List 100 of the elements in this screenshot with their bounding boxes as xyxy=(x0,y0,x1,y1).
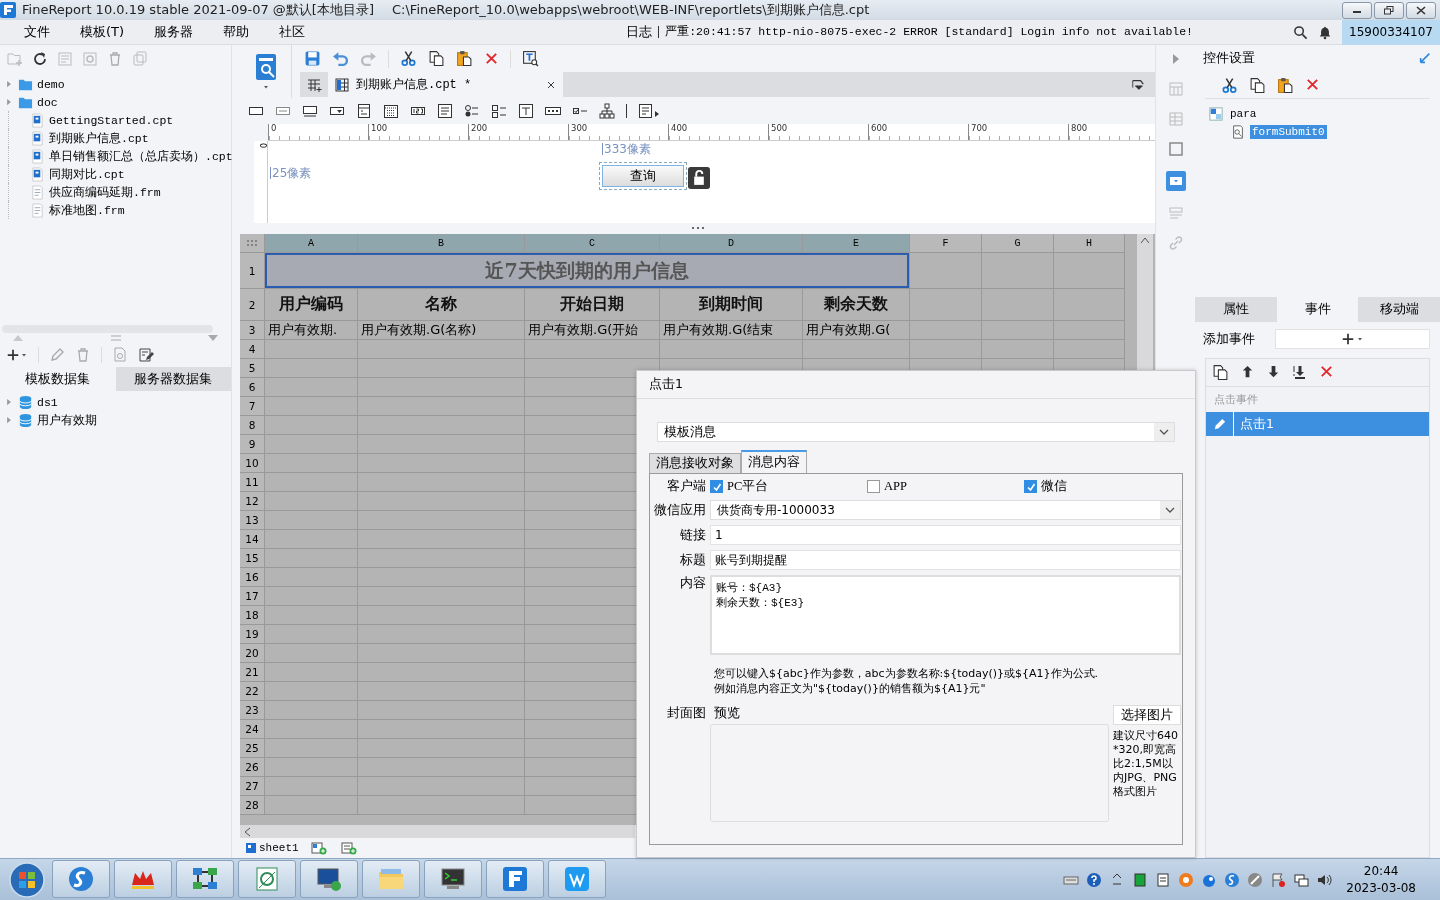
paste-icon[interactable] xyxy=(1277,77,1294,94)
row-header[interactable]: 28 xyxy=(240,796,265,815)
row-header[interactable]: 21 xyxy=(240,663,265,682)
menu-item[interactable]: 模板(T) xyxy=(80,23,140,41)
copy-icon[interactable] xyxy=(1249,77,1266,94)
input-field[interactable]: 账号到期提醒 xyxy=(710,550,1181,570)
delete-icon[interactable] xyxy=(484,51,499,66)
row-header[interactable]: 23 xyxy=(240,701,265,720)
row-header[interactable]: 27 xyxy=(240,777,265,796)
settings-tab[interactable]: 移动端 xyxy=(1358,297,1440,322)
row-header[interactable]: 14 xyxy=(240,530,265,549)
taskbar-button[interactable] xyxy=(176,859,234,898)
delete-icon[interactable] xyxy=(1305,77,1320,92)
row-header[interactable]: 6 xyxy=(240,378,265,397)
row-header[interactable]: 9 xyxy=(240,435,265,454)
settings-tab[interactable]: 事件 xyxy=(1276,297,1359,322)
taskbar-button[interactable] xyxy=(424,859,482,898)
dataset-item[interactable]: 用户有效期 xyxy=(37,412,97,428)
text-search-icon[interactable] xyxy=(522,50,539,67)
column-header[interactable]: A xyxy=(265,234,358,253)
copy-icon[interactable] xyxy=(428,50,445,67)
refresh-icon[interactable] xyxy=(32,50,48,67)
checkbox[interactable] xyxy=(867,480,880,493)
tree-item[interactable]: 同期对比.cpt xyxy=(49,166,125,182)
drag-handle-icon[interactable] xyxy=(691,227,704,230)
clipboard-icon[interactable] xyxy=(1155,871,1172,888)
move-bottom-icon[interactable] xyxy=(1292,364,1308,380)
row-header[interactable]: 1 xyxy=(240,253,265,289)
cut-icon[interactable] xyxy=(1221,77,1238,94)
checkbox[interactable] xyxy=(710,480,723,493)
sheet-tab[interactable]: sheet1 xyxy=(246,842,299,854)
row-header[interactable]: 17 xyxy=(240,587,265,606)
document-edit-icon[interactable] xyxy=(138,347,154,363)
grid-add-icon[interactable] xyxy=(306,76,322,93)
column-header[interactable]: F xyxy=(910,234,982,253)
text-field-icon[interactable] xyxy=(302,103,318,119)
input-field[interactable]: 1 xyxy=(710,525,1181,545)
choose-image-button[interactable]: 选择图片 xyxy=(1113,705,1181,725)
clock[interactable]: 20:44 2023-03-08 xyxy=(1346,862,1416,897)
splitter-handle-icon[interactable] xyxy=(110,335,121,341)
dataset-tab[interactable]: 服务器数据集 xyxy=(115,367,231,391)
menu-item[interactable]: 社区 xyxy=(279,23,321,41)
column-header[interactable]: C xyxy=(525,234,660,253)
tree-item[interactable]: doc xyxy=(37,95,58,109)
user-account[interactable]: 15900334107 xyxy=(1342,19,1440,45)
radio-group-icon[interactable] xyxy=(464,103,480,119)
restore-button[interactable] xyxy=(1374,1,1404,19)
row-header[interactable]: 8 xyxy=(240,416,265,435)
lock-icon[interactable] xyxy=(688,167,710,189)
checkbox-group-icon[interactable] xyxy=(491,103,507,119)
row-header[interactable]: 18 xyxy=(240,606,265,625)
column-header[interactable]: D xyxy=(660,234,803,253)
minimize-button[interactable] xyxy=(1342,1,1372,19)
row-header[interactable]: 13 xyxy=(240,511,265,530)
delete-icon[interactable] xyxy=(1319,364,1334,379)
menu-item[interactable]: 文件 xyxy=(24,23,65,41)
add-form-sheet-icon[interactable] xyxy=(338,840,359,856)
action-type-select[interactable]: 模板消息 xyxy=(657,422,1175,442)
app-select[interactable]: 供货商专用-1000033 xyxy=(710,500,1181,520)
calendar-widget-icon[interactable] xyxy=(383,103,399,119)
query-button[interactable]: 查询 xyxy=(602,165,684,187)
cut-icon[interactable] xyxy=(400,50,417,67)
row-header[interactable]: 22 xyxy=(240,682,265,701)
content-field[interactable]: 账号：${A3} 剩余天数：${E3} xyxy=(710,575,1181,655)
tree-widget-icon[interactable] xyxy=(599,103,615,119)
taskbar-button[interactable] xyxy=(300,859,358,898)
column-header[interactable]: B xyxy=(358,234,525,253)
tree-item[interactable]: demo xyxy=(37,77,65,91)
log-button[interactable]: 日志 xyxy=(626,23,653,41)
move-down-icon[interactable] xyxy=(1266,364,1281,379)
frame-icon[interactable] xyxy=(1167,141,1184,157)
row-header[interactable]: 26 xyxy=(240,758,265,777)
search-icon[interactable] xyxy=(1293,24,1308,40)
move-up-icon[interactable] xyxy=(1240,364,1255,379)
checkbox[interactable] xyxy=(1024,480,1037,493)
confirm-icon[interactable] xyxy=(1418,51,1432,65)
row-header[interactable]: 12 xyxy=(240,492,265,511)
bell-icon[interactable] xyxy=(1318,24,1332,40)
add-report-sheet-icon[interactable] xyxy=(308,840,329,856)
undo-icon[interactable] xyxy=(332,50,349,67)
menu-item[interactable]: 服务器 xyxy=(154,23,209,41)
row-header[interactable]: 4 xyxy=(240,340,265,359)
more-widgets-icon[interactable] xyxy=(638,103,660,119)
save-icon[interactable] xyxy=(304,50,321,67)
tree-item[interactable]: 标准地图.frm xyxy=(49,202,125,218)
add-icon[interactable] xyxy=(6,348,20,362)
row-header[interactable]: 16 xyxy=(240,568,265,587)
close-button[interactable] xyxy=(1406,1,1436,19)
row-header[interactable]: 5 xyxy=(240,359,265,378)
row-header[interactable]: 10 xyxy=(240,454,265,473)
caret-icon[interactable] xyxy=(261,83,270,91)
text-area-icon[interactable] xyxy=(437,103,453,119)
date-widget-icon[interactable] xyxy=(356,103,372,119)
dialog-tab[interactable]: 消息接收对象 xyxy=(649,453,741,473)
row-header[interactable]: 7 xyxy=(240,397,265,416)
row-header[interactable]: 15 xyxy=(240,549,265,568)
row-header[interactable]: 25 xyxy=(240,739,265,758)
column-header[interactable]: H xyxy=(1054,234,1125,253)
dataset-item[interactable]: ds1 xyxy=(37,395,58,409)
scroll-up-icon[interactable] xyxy=(1140,237,1150,244)
